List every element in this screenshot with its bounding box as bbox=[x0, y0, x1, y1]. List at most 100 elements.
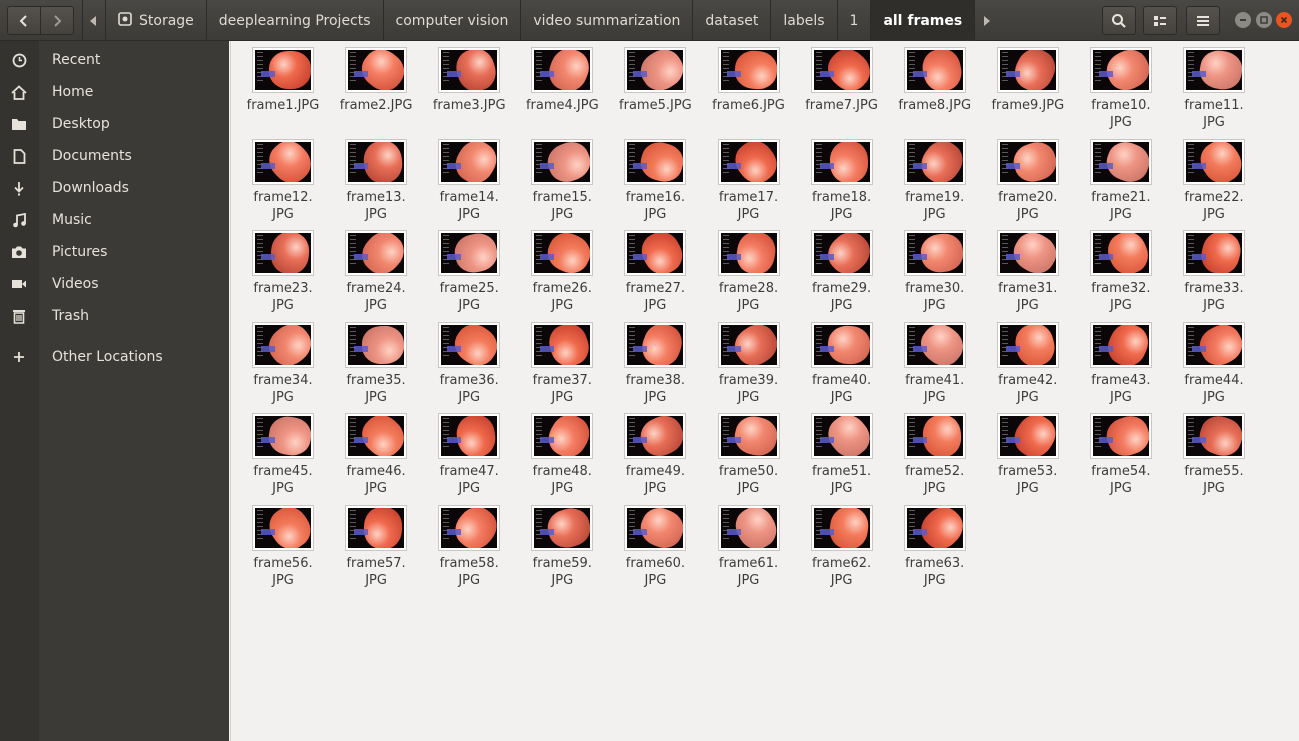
file-item[interactable]: frame38. JPG bbox=[609, 316, 701, 405]
file-item[interactable]: frame10. JPG bbox=[1075, 41, 1167, 130]
breadcrumb-video-summarization[interactable]: video summarization bbox=[520, 0, 692, 41]
file-item[interactable]: frame13. JPG bbox=[330, 133, 422, 222]
frame-image-content bbox=[1007, 233, 1056, 273]
file-item[interactable]: frame26. JPG bbox=[516, 224, 608, 313]
file-item[interactable]: frame61. JPG bbox=[703, 499, 795, 588]
file-item[interactable]: frame59. JPG bbox=[516, 499, 608, 588]
file-item[interactable]: frame41. JPG bbox=[889, 316, 981, 405]
frame-overlay-tag bbox=[726, 162, 741, 169]
file-thumbnail bbox=[1183, 47, 1245, 93]
file-item[interactable]: frame17. JPG bbox=[703, 133, 795, 222]
search-button[interactable] bbox=[1102, 6, 1136, 35]
breadcrumb-scroll-right[interactable] bbox=[974, 0, 997, 41]
file-item[interactable]: frame19. JPG bbox=[889, 133, 981, 222]
file-item[interactable]: frame16. JPG bbox=[609, 133, 701, 222]
camera-icon bbox=[10, 244, 28, 260]
file-item[interactable]: frame27. JPG bbox=[609, 224, 701, 313]
breadcrumb-deeplearning-projects[interactable]: deeplearning Projects bbox=[205, 0, 383, 41]
file-item[interactable]: frame28. JPG bbox=[703, 224, 795, 313]
sidebar-item-recent[interactable]: Recent bbox=[0, 44, 229, 76]
file-item[interactable]: frame7.JPG bbox=[796, 41, 888, 129]
sidebar-item-videos[interactable]: Videos bbox=[0, 268, 229, 300]
file-item[interactable]: frame43. JPG bbox=[1075, 316, 1167, 406]
sidebar-item-other-locations[interactable]: Other Locations bbox=[0, 341, 229, 373]
breadcrumb-dataset[interactable]: dataset bbox=[692, 0, 770, 41]
file-item[interactable]: frame60. JPG bbox=[609, 499, 701, 588]
minimize-button[interactable] bbox=[1235, 12, 1251, 28]
file-item[interactable]: frame62. JPG bbox=[796, 499, 888, 588]
file-item[interactable]: frame44. JPG bbox=[1168, 316, 1260, 405]
maximize-button[interactable] bbox=[1256, 12, 1272, 28]
sidebar-item-trash[interactable]: Trash bbox=[0, 300, 229, 332]
menu-button[interactable] bbox=[1186, 6, 1220, 35]
file-item[interactable]: frame25. JPG bbox=[423, 224, 515, 313]
file-item[interactable]: frame9.JPG bbox=[982, 41, 1074, 129]
file-item[interactable]: frame50. JPG bbox=[703, 407, 795, 496]
file-item[interactable]: frame36. JPG bbox=[423, 316, 515, 405]
file-item[interactable]: frame35. JPG bbox=[330, 316, 422, 405]
file-item[interactable]: frame40. JPG bbox=[796, 316, 888, 405]
file-item[interactable]: frame22. JPG bbox=[1168, 133, 1260, 222]
file-item[interactable]: frame37. JPG bbox=[516, 316, 608, 405]
frame-overlay-tag bbox=[819, 71, 834, 77]
file-item[interactable]: frame6.JPG bbox=[703, 41, 795, 129]
file-item[interactable]: frame53. JPG bbox=[982, 407, 1074, 496]
file-item[interactable]: frame24. JPG bbox=[330, 224, 422, 313]
file-item[interactable]: frame3.JPG bbox=[423, 41, 515, 129]
breadcrumb-storage[interactable]: Storage bbox=[105, 0, 206, 41]
frame-image bbox=[906, 324, 963, 365]
file-item[interactable]: frame57. JPG bbox=[330, 499, 422, 588]
file-item[interactable]: frame55. JPG bbox=[1168, 407, 1260, 496]
file-item[interactable]: frame2.JPG bbox=[330, 41, 422, 129]
file-item[interactable]: frame34. JPG bbox=[237, 316, 329, 405]
frame-image bbox=[720, 324, 777, 365]
file-item[interactable]: frame39. JPG bbox=[703, 316, 795, 405]
close-button[interactable] bbox=[1276, 12, 1292, 28]
file-item[interactable]: frame29. JPG bbox=[796, 224, 888, 313]
file-item[interactable]: frame32. JPG bbox=[1075, 224, 1167, 313]
back-button[interactable] bbox=[7, 6, 41, 35]
file-item[interactable]: frame56. JPG bbox=[237, 499, 329, 588]
file-item[interactable]: frame48. JPG bbox=[516, 407, 608, 496]
breadcrumb-all-frames[interactable]: all frames bbox=[870, 0, 975, 41]
file-item[interactable]: frame46. JPG bbox=[330, 407, 422, 496]
sidebar-item-music[interactable]: Music bbox=[0, 204, 229, 236]
file-item[interactable]: frame23. JPG bbox=[237, 224, 329, 313]
file-item[interactable]: frame45. JPG bbox=[237, 407, 329, 496]
file-item[interactable]: frame51. JPG bbox=[796, 407, 888, 496]
file-item[interactable]: frame15. JPG bbox=[516, 133, 608, 222]
file-name: frame43. JPG bbox=[1075, 372, 1167, 406]
file-item[interactable]: frame30. JPG bbox=[889, 224, 981, 313]
file-item[interactable]: frame1.JPG bbox=[237, 41, 329, 129]
file-item[interactable]: frame18. JPG bbox=[796, 133, 888, 222]
sidebar-item-downloads[interactable]: Downloads bbox=[0, 172, 229, 204]
sidebar-item-home[interactable]: Home bbox=[0, 76, 229, 108]
file-item[interactable]: frame47. JPG bbox=[423, 407, 515, 496]
file-item[interactable]: frame21. JPG bbox=[1075, 133, 1167, 222]
file-item[interactable]: frame5.JPG bbox=[609, 41, 701, 129]
file-item[interactable]: frame12. JPG bbox=[237, 133, 329, 222]
breadcrumb-scroll-left[interactable] bbox=[82, 0, 105, 41]
forward-button[interactable] bbox=[40, 6, 74, 35]
file-item[interactable]: frame33. JPG bbox=[1168, 224, 1260, 313]
breadcrumb-1[interactable]: 1 bbox=[836, 0, 871, 41]
sidebar-item-desktop[interactable]: Desktop bbox=[0, 108, 229, 140]
file-item[interactable]: frame63. JPG bbox=[889, 499, 981, 588]
file-item[interactable]: frame31. JPG bbox=[982, 224, 1074, 313]
file-item[interactable]: frame14. JPG bbox=[423, 133, 515, 222]
view-mode-button[interactable] bbox=[1143, 6, 1177, 35]
file-item[interactable]: frame4.JPG bbox=[516, 41, 608, 129]
file-item[interactable]: frame8.JPG bbox=[889, 41, 981, 129]
file-item[interactable]: frame49. JPG bbox=[609, 407, 701, 496]
sidebar-item-pictures[interactable]: Pictures bbox=[0, 236, 229, 268]
file-item[interactable]: frame20. JPG bbox=[982, 133, 1074, 222]
file-item[interactable]: frame11. JPG bbox=[1168, 41, 1260, 130]
file-item[interactable]: frame54. JPG bbox=[1075, 407, 1167, 496]
file-item[interactable]: frame52. JPG bbox=[889, 407, 981, 496]
file-item[interactable]: frame58. JPG bbox=[423, 499, 515, 588]
breadcrumb-computer-vision[interactable]: computer vision bbox=[382, 0, 521, 41]
sidebar-item-documents[interactable]: Documents bbox=[0, 140, 229, 172]
breadcrumb-labels[interactable]: labels bbox=[770, 0, 836, 41]
file-thumbnail bbox=[438, 321, 501, 368]
file-item[interactable]: frame42. JPG bbox=[982, 316, 1074, 405]
